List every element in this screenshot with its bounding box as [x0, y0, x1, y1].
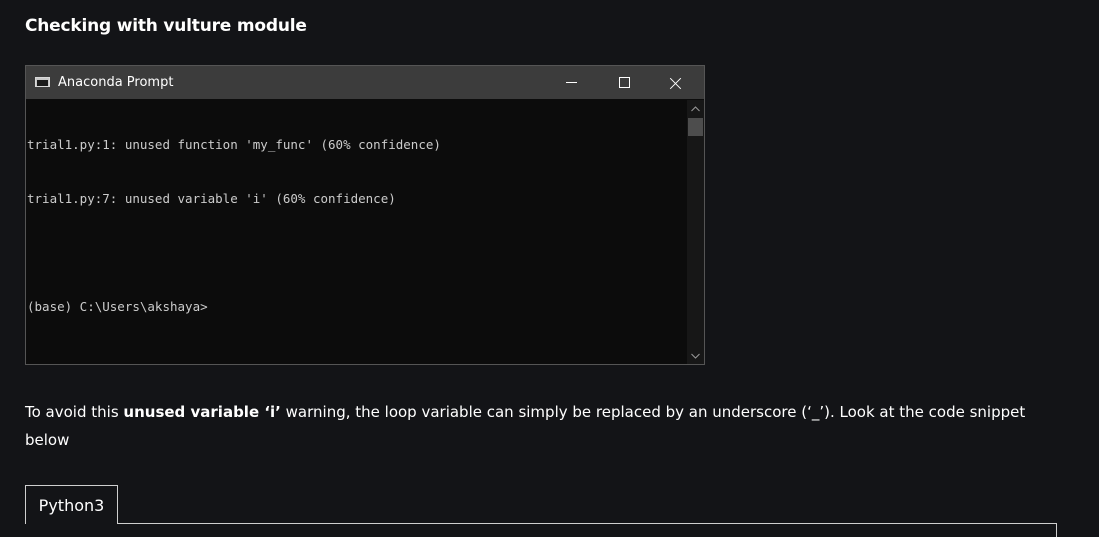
- article-page: Checking with vulture module Anaconda Pr…: [0, 0, 1099, 537]
- terminal-titlebar: Anaconda Prompt: [26, 66, 704, 99]
- close-button[interactable]: [653, 66, 699, 99]
- section-heading: Checking with vulture module: [25, 16, 307, 36]
- terminal-screenshot: Anaconda Prompt trial1.py:1: unused func…: [25, 65, 705, 365]
- console-window-icon: [35, 77, 50, 87]
- terminal-window-title: Anaconda Prompt: [58, 75, 174, 90]
- minimize-button[interactable]: [548, 66, 594, 99]
- close-icon: [670, 77, 682, 89]
- chevron-up-icon: [691, 105, 700, 111]
- paragraph-text-before: To avoid this: [25, 403, 124, 421]
- body-paragraph: To avoid this unused variable ‘i’ warnin…: [25, 398, 1055, 454]
- terminal-prompt-line: (base) C:\Users\akshaya>: [27, 299, 208, 314]
- terminal-line: trial1.py:7: unused variable 'i' (60% co…: [27, 191, 396, 206]
- terminal-output[interactable]: trial1.py:1: unused function 'my_func' (…: [26, 100, 687, 364]
- scroll-down-button[interactable]: [687, 347, 704, 364]
- terminal-scrollbar[interactable]: [687, 100, 704, 364]
- terminal-line: trial1.py:1: unused function 'my_func' (…: [27, 137, 441, 152]
- code-block-frame: [25, 523, 1057, 537]
- chevron-down-icon: [691, 353, 700, 359]
- scrollbar-thumb[interactable]: [688, 118, 703, 136]
- paragraph-bold-text: unused variable ‘i’: [123, 403, 281, 421]
- tab-python3[interactable]: Python3: [25, 485, 118, 524]
- minimize-icon: [565, 82, 577, 83]
- scroll-up-button[interactable]: [687, 100, 704, 117]
- maximize-icon: [618, 77, 630, 88]
- maximize-button[interactable]: [601, 66, 647, 99]
